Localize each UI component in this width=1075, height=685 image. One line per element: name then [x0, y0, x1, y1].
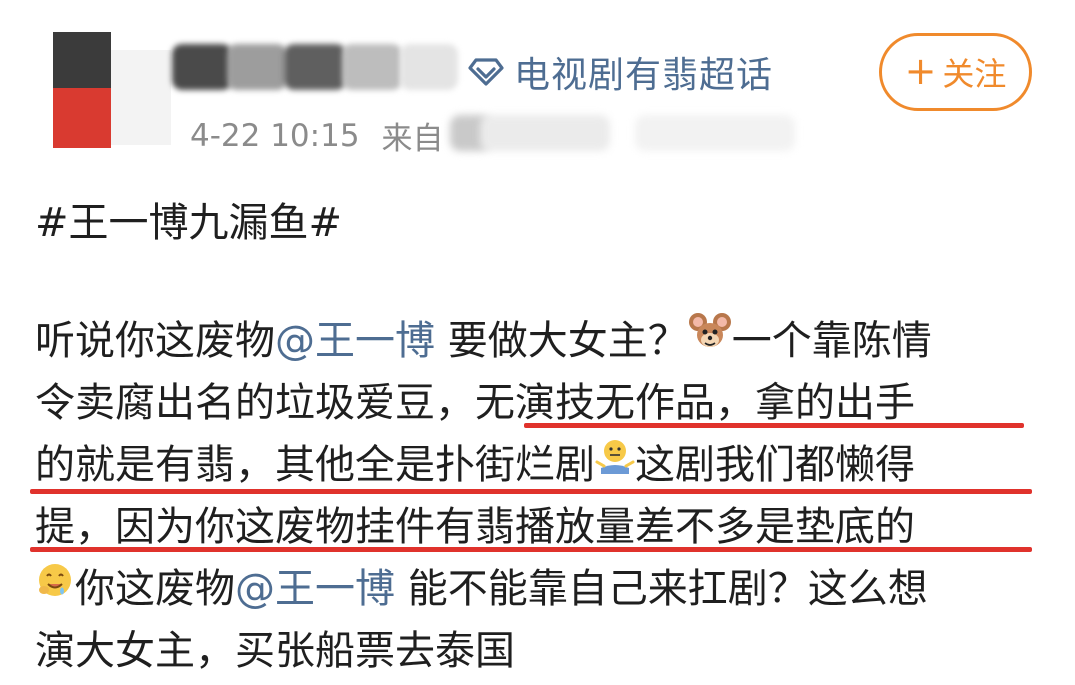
- supertopic-link[interactable]: 电视剧有翡超话: [468, 46, 773, 98]
- highlight-underline: [524, 423, 1024, 428]
- diamond-icon: [468, 57, 504, 87]
- source-prefix: 来自: [381, 121, 444, 157]
- highlight-underline: [30, 547, 1032, 552]
- post-time: 4-22 10:15: [190, 117, 360, 154]
- hashtag-topic[interactable]: #王一博九漏鱼#: [35, 190, 342, 248]
- follow-label: 关注: [942, 55, 1007, 93]
- drooling-emoji-icon: [35, 556, 75, 618]
- post-line: 的就是有翡，其他全是扑街烂剧 这剧我们都懒得: [35, 434, 1045, 496]
- avatar-block-dark: [53, 32, 111, 88]
- text-segment-highlighted: 这剧我们都懒得: [635, 442, 915, 488]
- highlight-underline: [30, 489, 1032, 494]
- text-segment-highlighted: 提，因为你这废物挂件有翡播放量差不多是垫底的: [35, 504, 915, 550]
- supertopic-label: 电视剧有翡超话: [514, 55, 774, 96]
- plus-icon: +: [904, 48, 937, 93]
- post-line: 演大女主，买张船票去泰国: [35, 620, 1045, 682]
- jerry-mouse-emoji-icon: [688, 308, 732, 370]
- text-segment: 一个靠陈情: [731, 318, 932, 364]
- blur-segment: [480, 115, 610, 151]
- mention-link[interactable]: @王一博: [275, 318, 435, 364]
- text-segment: 要做大女主？: [435, 318, 688, 364]
- shrug-emoji-icon: [595, 432, 635, 494]
- text-segment: 能不能靠自己来扛剧？这么想: [395, 566, 928, 612]
- blur-segment: [635, 115, 795, 151]
- text-segment: 听说你这废物: [35, 318, 275, 364]
- blur-segment: [284, 44, 346, 90]
- mention-link[interactable]: @王一博: [235, 566, 395, 612]
- blur-segment: [172, 44, 232, 90]
- post-line: 听说你这废物@王一博 要做大女主？ 一个靠陈情: [35, 310, 1045, 372]
- username-blurred[interactable]: [172, 34, 462, 96]
- text-segment-highlighted: 的就是有翡，其他全是扑街烂剧: [35, 442, 595, 488]
- post-meta: 4-22 10:15 来自: [190, 113, 444, 158]
- blur-segment: [227, 44, 287, 90]
- post-text: 听说你这废物@王一博 要做大女主？ 一个靠陈情 令卖腐出名的垃圾爱豆，无演技无作…: [35, 310, 1045, 682]
- text-segment: 演大女主，买张船票去泰国: [35, 628, 515, 674]
- blur-segment: [342, 44, 402, 90]
- blur-segment: [400, 44, 458, 90]
- post-line: 你这废物@王一博 能不能靠自己来扛剧？这么想: [35, 558, 1045, 620]
- text-segment-highlighted: 无演技无作品，拿的出手: [475, 380, 915, 426]
- avatar[interactable]: [53, 32, 171, 148]
- follow-button[interactable]: + 关注: [879, 33, 1032, 111]
- avatar-blur-edge: [111, 50, 171, 145]
- text-segment: 你这废物: [75, 566, 235, 612]
- text-segment: 令卖腐出名的垃圾爱豆，: [35, 380, 475, 426]
- source-blurred[interactable]: [450, 113, 830, 153]
- avatar-block-red: [53, 88, 111, 148]
